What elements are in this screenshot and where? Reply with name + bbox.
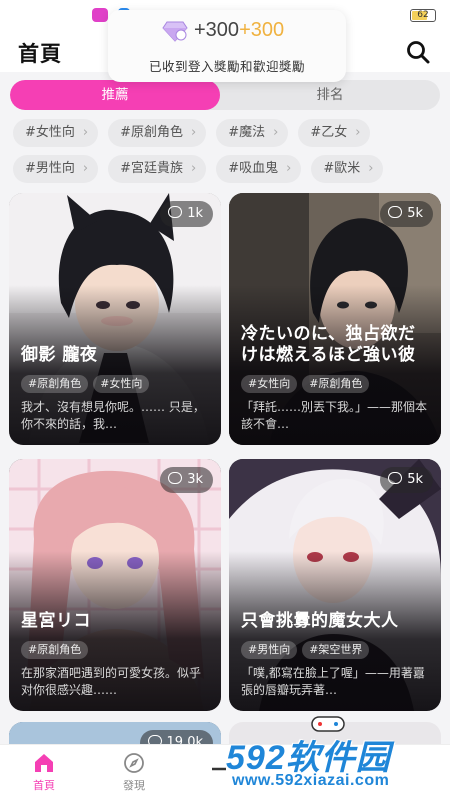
card-info: 御影 朧夜 #原創角色 #女性向 我才、沒有想見你呢。…… 只是，你不來的話，我…	[21, 345, 211, 433]
tag-row: #女性向 › #原創角色 › #魔法 › #乙女 ›	[13, 119, 450, 147]
character-card[interactable]: 5k 只會挑釁的魔女大人 #男性向 #架空世界 「噗,都寫在臉上了喔」——用著囂張…	[229, 459, 441, 711]
chat-bubble-icon	[168, 206, 183, 218]
reward-message: 已收到登入獎勵和歡迎獎勵	[148, 59, 305, 74]
home-icon	[35, 754, 53, 772]
card-description: 「拜託……別丟下我。」——那個本該不會…	[241, 400, 428, 431]
chat-bubble-icon	[388, 206, 403, 218]
tag-label: #宮廷貴族	[120, 161, 184, 176]
comment-count: 5k	[380, 201, 433, 227]
tag-label: #乙女	[310, 125, 348, 140]
comment-count-value: 5k	[407, 472, 423, 487]
card-title: 冷たいのに、独占欲だけは燃えるほど強い彼	[241, 324, 416, 365]
card-title: 御影 朧夜	[21, 345, 98, 365]
card-info: 冷たいのに、独占欲だけは燃えるほど強い彼 #女性向 #原創角色 「拜託……別丟下我…	[241, 324, 431, 433]
reward-toast: +300+300 已收到登入獎勵和歡迎獎勵	[108, 10, 346, 82]
tab-recommended[interactable]: 推薦	[10, 80, 220, 110]
chevron-right-icon: ›	[286, 161, 292, 176]
character-card[interactable]: 1k 御影 朧夜 #原創角色 #女性向 我才、沒有想見你呢。…… 只是，你不來的話…	[9, 193, 221, 445]
card-title: 星宮リコ	[21, 611, 91, 631]
reward-bonus: +300	[239, 19, 285, 41]
tag-chip[interactable]: #女性向 ›	[13, 119, 99, 147]
comment-count-value: 5k	[407, 206, 423, 221]
card-tags: #男性向 #架空世界	[241, 638, 431, 659]
tag-chip[interactable]: #吸血鬼 ›	[216, 155, 302, 183]
battery-icon: 62	[410, 9, 436, 22]
tag-label: #吸血鬼	[228, 161, 279, 176]
card-tag: #原創角色	[21, 375, 89, 393]
card-tags: #原創角色	[21, 638, 211, 659]
comment-count: 3k	[160, 467, 213, 493]
tag-label: #魔法	[228, 125, 266, 140]
card-description: 在那家酒吧遇到的可愛女孩。似乎对你很感兴趣……	[21, 666, 202, 697]
tab-ranking[interactable]: 排名	[220, 80, 440, 110]
character-card[interactable]: 3k 星宮リコ #原創角色 在那家酒吧遇到的可愛女孩。似乎对你很感兴趣……	[9, 459, 221, 711]
nav-discover-label: 發現	[123, 779, 145, 792]
character-card[interactable]: 5k 冷たいのに、独占欲だけは燃えるほど強い彼 #女性向 #原創角色 「拜託……別…	[229, 193, 441, 445]
tag-label: #男性向	[25, 161, 75, 176]
chevron-right-icon: ›	[191, 161, 197, 176]
card-tags: #原創角色 #女性向	[21, 372, 211, 393]
chevron-right-icon: ›	[82, 125, 89, 140]
tag-chip[interactable]: #原創角色 ›	[108, 119, 207, 147]
card-tag: #原創角色	[21, 641, 89, 659]
tag-chip[interactable]: #乙女 ›	[298, 119, 371, 147]
chevron-right-icon: ›	[273, 125, 279, 140]
card-tag: #男性向	[241, 641, 298, 659]
tag-chip[interactable]: #歐米 ›	[311, 155, 384, 183]
site-watermark: 592软件园 www.592xiazai.com	[212, 712, 450, 800]
card-info: 星宮リコ #原創角色 在那家酒吧遇到的可愛女孩。似乎对你很感兴趣……	[21, 611, 211, 699]
card-description: 我才、沒有想見你呢。…… 只是，你不來的話，我…	[21, 400, 205, 431]
reward-base: +300	[194, 19, 240, 41]
chevron-right-icon: ›	[191, 125, 197, 140]
search-icon	[407, 41, 430, 64]
card-title: 只會挑釁的魔女大人	[241, 611, 399, 631]
compass-icon	[124, 753, 144, 773]
chat-bubble-icon	[388, 472, 403, 484]
gem-icon	[162, 21, 188, 42]
nav-discover[interactable]: 發現	[104, 751, 164, 793]
tag-label: #女性向	[25, 125, 75, 140]
reward-amount: +300+300	[194, 19, 284, 42]
comment-count: 5k	[380, 467, 433, 493]
chevron-right-icon: ›	[82, 161, 89, 176]
watermark-url: www.592xiazai.com	[232, 772, 390, 789]
tag-chip[interactable]: #宮廷貴族 ›	[108, 155, 207, 183]
tag-chip[interactable]: #魔法 ›	[216, 119, 289, 147]
tag-chip[interactable]: #男性向 ›	[13, 155, 99, 183]
search-button[interactable]	[404, 38, 432, 66]
card-tag: #架空世界	[302, 641, 370, 659]
tag-label: #原創角色	[120, 125, 184, 140]
nav-home-label: 首頁	[33, 779, 55, 792]
chevron-right-icon: ›	[368, 161, 374, 176]
card-tag: #女性向	[241, 375, 298, 393]
comment-count-value: 3k	[187, 472, 203, 487]
battery-level: 62	[417, 10, 429, 20]
nav-home[interactable]: 首頁	[14, 751, 74, 793]
app-notification-icon	[92, 8, 108, 22]
card-tag: #女性向	[93, 375, 150, 393]
card-info: 只會挑釁的魔女大人 #男性向 #架空世界 「噗,都寫在臉上了喔」——用著囂張的唇瓣…	[241, 611, 431, 699]
card-description: 「噗,都寫在臉上了喔」——用著囂張的唇瓣玩弄著…	[241, 666, 425, 697]
card-tag: #原創角色	[302, 375, 370, 393]
chevron-right-icon: ›	[355, 125, 361, 140]
page-title: 首頁	[18, 42, 62, 66]
tag-row: #男性向 › #宮廷貴族 › #吸血鬼 › #歐米 ›	[13, 155, 450, 183]
chat-bubble-icon	[168, 472, 183, 484]
comment-count-value: 1k	[187, 206, 203, 221]
feed-tabs: 推薦 排名	[10, 80, 440, 110]
card-tags: #女性向 #原創角色	[241, 372, 431, 393]
comment-count: 1k	[160, 201, 213, 227]
tag-label: #歐米	[323, 161, 361, 176]
